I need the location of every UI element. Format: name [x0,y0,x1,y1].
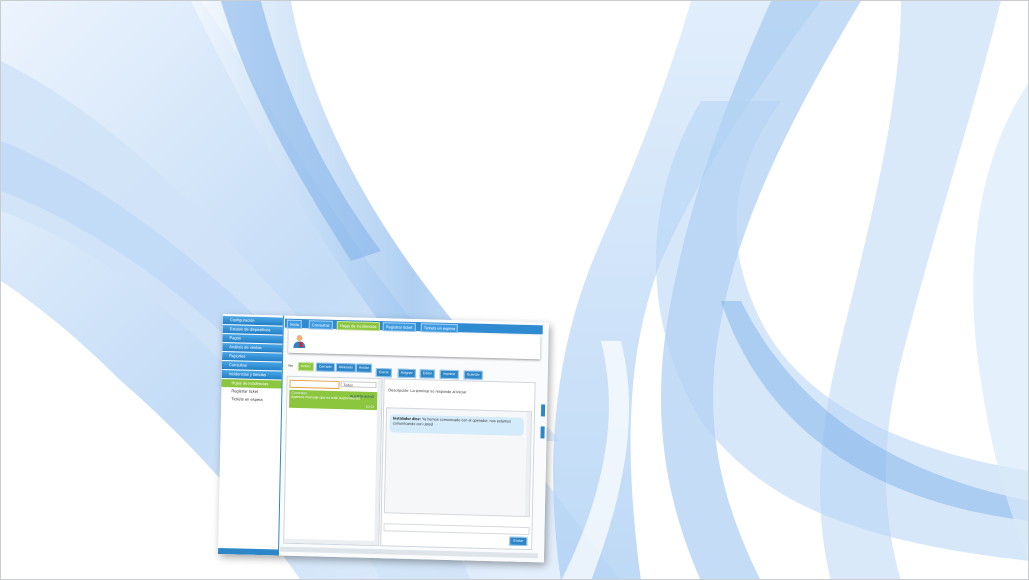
main-panel: Inicio Consultas Hojas de incidencias Re… [279,315,549,563]
view-label: Ver [287,363,294,368]
imprimir-button[interactable]: Imprimir [439,369,459,380]
ticket-detail-panel: Descripción: La terminal no responde al … [380,378,536,551]
sidebar-item-analisis[interactable]: Análisis de ventas [222,342,283,353]
sidebar-item-pagos[interactable]: Pagos [222,333,283,344]
send-button[interactable]: Enviar [509,536,528,547]
editar-button[interactable]: Editar [419,369,436,379]
cerrar-button[interactable]: Cerrar [375,368,392,378]
sidebar-item-reportes[interactable]: Reportes [222,351,283,362]
tab-inicio[interactable]: Inicio [286,319,303,330]
user-remove-icon [293,335,306,349]
chat-message: Instalador dice: Ya hemos comunicado con… [389,414,524,436]
chat-area: Instalador dice: Ya hemos comunicado con… [383,407,533,518]
ticket-time: 10:11 [365,404,375,409]
app-window-screenshot: Configuración Estatus de dispositivos Pa… [217,314,549,563]
chat-scrollbar[interactable] [524,411,532,517]
panel-handle-top[interactable] [540,404,546,417]
message-input[interactable] [383,523,530,536]
chat-author: Instalador dice: [392,416,421,422]
asignar-button[interactable]: Asignar [397,368,416,379]
sidebar-subitem-espera[interactable]: Tickets en espera [221,395,281,405]
desktop-background: Configuración Estatus de dispositivos Pa… [0,0,1029,580]
sidebar-item-consultas[interactable]: Consultas [221,360,282,371]
status-filter-select[interactable]: Todos [340,381,377,389]
filter-atrasado-button[interactable]: Atrasado [335,362,357,373]
ticket-list-panel: Todos Consultas ALERTA AVISO Aparece men… [283,375,383,547]
guardar-button[interactable]: Guardar [463,370,483,380]
filter-cerrado-button[interactable]: Cerrado [315,362,335,372]
list-item[interactable]: Consultas ALERTA AVISO Aparece mensaje q… [289,389,378,411]
filter-activo-button[interactable]: Activo [297,361,314,372]
ticket-description: Descripción: La terminal no responde al … [388,388,467,395]
sidebar-item-configuracion[interactable]: Configuración [222,315,283,326]
sidebar: Configuración Estatus de dispositivos Pa… [217,314,284,556]
search-input[interactable] [289,379,340,390]
panel-handle-bottom[interactable] [540,426,545,439]
list-scrollbar-horizontal[interactable] [284,538,379,546]
sidebar-item-estatus[interactable]: Estatus de dispositivos [222,324,283,335]
filter-anular-button[interactable]: Anular [355,363,373,373]
sidebar-item-incidencias[interactable]: Incidencias y tiendas [221,369,282,380]
status-badge: ALERTA AVISO [349,394,375,399]
